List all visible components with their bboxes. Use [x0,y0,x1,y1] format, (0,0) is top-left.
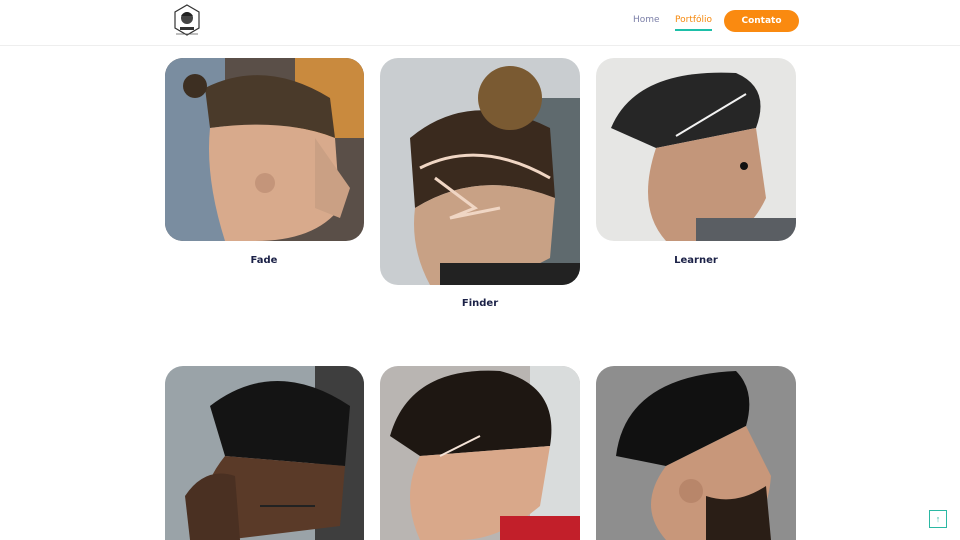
curly-fade-haircut-image[interactable] [380,366,580,540]
learner-haircut-image[interactable] [596,58,796,241]
haircut-photo-icon [596,58,796,241]
learner-caption: Learner [674,255,718,266]
fade-haircut-image[interactable] [165,58,364,241]
pompadour-haircut-image[interactable] [596,366,796,540]
arrow-up-icon: ↑ [935,514,941,524]
afro-fade-haircut-image[interactable] [165,366,364,540]
finder-caption: Finder [461,298,499,309]
navbar: Home Portfólio Contato [0,0,960,46]
haircut-photo-icon [380,366,580,540]
haircut-photo-icon [596,366,796,540]
nav-portfolio-link[interactable]: Portfólio [675,15,713,31]
contato-button[interactable]: Contato [724,10,799,32]
scroll-to-top-button[interactable]: ↑ [929,510,947,528]
haircut-photo-icon [165,58,364,241]
fade-caption: Fade [250,255,278,266]
haircut-photo-icon [165,366,364,540]
barber-logo-icon [174,4,200,36]
nav-home-link[interactable]: Home [633,15,660,25]
finder-haircut-image[interactable] [380,58,580,285]
barber-logo[interactable] [172,4,202,38]
haircut-photo-icon [380,58,580,285]
